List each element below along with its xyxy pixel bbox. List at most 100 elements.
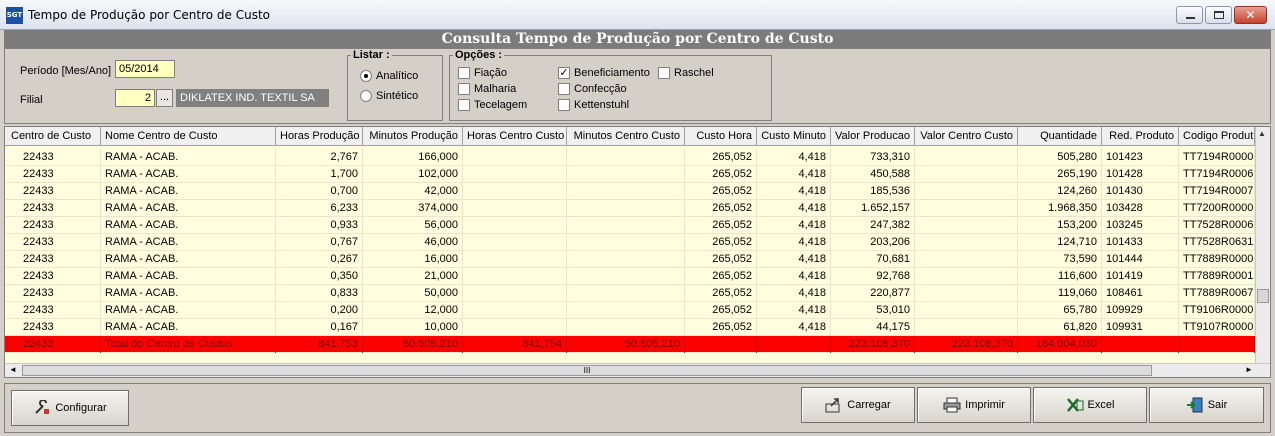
- cell-red-produto: 103428: [1102, 200, 1179, 217]
- cell-nome-centro: RAMA - ACAB.: [101, 149, 276, 166]
- cell-valor-centro: [915, 234, 1018, 251]
- column-header-minutos-producao[interactable]: Minutos Produção: [363, 127, 463, 146]
- checkbox-raschel[interactable]: Raschel: [658, 66, 738, 80]
- radio-sintetico-indicator: [360, 90, 372, 102]
- vertical-scrollbar[interactable]: ▲: [1255, 127, 1270, 363]
- filial-lookup-button[interactable]: ...: [156, 89, 173, 107]
- checkbox-fiacao[interactable]: Fiação: [458, 66, 548, 80]
- table-row[interactable]: 22433 RAMA - ACAB. 0,767 46,000 265,052 4,418…: [5, 234, 1255, 251]
- horizontal-scrollbar[interactable]: ◄ III ►: [5, 363, 1270, 377]
- cell-nome-centro: RAMA - ACAB.: [101, 268, 276, 285]
- cell-minutos-producao: 46,000: [363, 234, 463, 251]
- column-header-minutos-centro[interactable]: Minutos Centro Custo: [567, 127, 685, 146]
- cell-minutos-centro: [567, 166, 685, 183]
- cell-horas-producao: 0,167: [276, 319, 363, 336]
- sair-button[interactable]: Sair: [1149, 387, 1264, 423]
- cell-custo-minuto: 4,418: [757, 234, 831, 251]
- column-header-valor-centro[interactable]: Valor Centro Custo: [915, 127, 1018, 146]
- column-header-valor-producao[interactable]: Valor Producao: [831, 127, 915, 146]
- checkbox-confeccao[interactable]: Confecção: [558, 82, 658, 96]
- cell-valor-producao: 53,010: [831, 302, 915, 319]
- cell-custo-minuto: 4,418: [757, 319, 831, 336]
- cell-custo-hora: 265,052: [685, 234, 757, 251]
- carregar-button[interactable]: Carregar: [801, 387, 915, 423]
- scroll-up-icon[interactable]: ▲: [1258, 129, 1266, 138]
- table-row[interactable]: 22433 RAMA - ACAB. 2,767 166,000 265,052 4,41…: [5, 149, 1255, 166]
- table-row[interactable]: 22433 RAMA - ACAB. 1,700 102,000 265,052 4,41…: [5, 166, 1255, 183]
- cell-centro-custo: 22433: [5, 200, 101, 217]
- cell-custo-minuto: 4,418: [757, 268, 831, 285]
- cell-horas-centro: [463, 200, 567, 217]
- checkbox-malharia-box: [458, 83, 470, 95]
- close-button[interactable]: ✕: [1234, 6, 1267, 24]
- periodo-input[interactable]: 05/2014: [115, 60, 175, 78]
- checkbox-beneficiamento-label: Beneficiamento: [574, 67, 650, 79]
- cell-codigo-produto: TT7889R0000: [1179, 251, 1255, 268]
- table-row[interactable]: 22433 RAMA - ACAB. 0,167 10,000 265,052 4,418…: [5, 319, 1255, 336]
- cell-minutos-producao: 10,000: [363, 319, 463, 336]
- excel-button[interactable]: Excel: [1033, 387, 1147, 423]
- cell-red-produto: 109931: [1102, 319, 1179, 336]
- cell-horas-producao: 1,700: [276, 166, 363, 183]
- cell-horas-centro: [463, 183, 567, 200]
- radio-sintetico[interactable]: Sintético: [360, 89, 440, 103]
- filial-input[interactable]: 2: [115, 89, 155, 107]
- listar-title: Listar :: [351, 49, 392, 61]
- cell-valor-producao: 247,382: [831, 217, 915, 234]
- cell-horas-producao: 0,833: [276, 285, 363, 302]
- cell-horas-centro: [463, 251, 567, 268]
- cell-quantidade: 73,590: [1018, 251, 1102, 268]
- table-row[interactable]: 22433 RAMA - ACAB. 0,700 42,000 265,052 4,418…: [5, 183, 1255, 200]
- cell-valor-producao: 733,310: [831, 149, 915, 166]
- cell-centro-custo: 22433: [5, 285, 101, 302]
- column-header-nome-centro[interactable]: Nome Centro de Custo: [101, 127, 276, 146]
- checkbox-fiacao-box: [458, 67, 470, 79]
- column-header-horas-producao[interactable]: Horas Produção: [276, 127, 363, 146]
- column-header-red-produto[interactable]: Red. Produto: [1102, 127, 1179, 146]
- cell-horas-producao: 0,200: [276, 302, 363, 319]
- opcoes-title: Opções :: [453, 49, 505, 61]
- horizontal-scroll-thumb[interactable]: III: [22, 365, 1152, 376]
- cell-custo-minuto: [757, 336, 831, 353]
- maximize-button[interactable]: [1205, 6, 1232, 24]
- column-header-custo-minuto[interactable]: Custo Minuto: [757, 127, 831, 146]
- total-row[interactable]: 22433 Total do Centro de Custos 841,753 50.…: [5, 336, 1255, 353]
- table-row[interactable]: 22433 RAMA - ACAB. 0,200 12,000 265,052 4,418…: [5, 302, 1255, 319]
- cell-codigo-produto: TT7528R0631: [1179, 234, 1255, 251]
- cell-minutos-centro: [567, 302, 685, 319]
- column-header-centro-custo[interactable]: Centro de Custo: [5, 127, 101, 146]
- checkbox-malharia[interactable]: Malharia: [458, 82, 548, 96]
- minimize-button[interactable]: [1176, 6, 1203, 24]
- vertical-scroll-thumb[interactable]: [1257, 289, 1269, 303]
- column-header-horas-centro[interactable]: Horas Centro Custo: [463, 127, 567, 146]
- cell-codigo-produto: TT7889R0001: [1179, 268, 1255, 285]
- column-header-custo-hora[interactable]: Custo Hora: [685, 127, 757, 146]
- scroll-right-icon[interactable]: ►: [1245, 365, 1253, 374]
- checkbox-malharia-label: Malharia: [474, 83, 517, 95]
- cell-nome-centro: Total do Centro de Custos: [101, 336, 276, 353]
- cell-minutos-centro: 50.505,210: [567, 336, 685, 353]
- table-row[interactable]: 22433 RAMA - ACAB. 0,933 56,000 265,052 4,418…: [5, 217, 1255, 234]
- checkbox-tecelagem[interactable]: Tecelagem: [458, 98, 548, 112]
- checkbox-beneficiamento[interactable]: ✓ Beneficiamento: [558, 66, 658, 80]
- table-row[interactable]: 22433 RAMA - ACAB. 6,233 374,000 265,052 4,41…: [5, 200, 1255, 217]
- radio-analitico-indicator: [360, 70, 372, 82]
- window-title: Tempo de Produção por Centro de Custo: [28, 8, 271, 22]
- cell-valor-centro: 223.108,370: [915, 336, 1018, 353]
- configurar-button[interactable]: Configurar: [11, 390, 129, 426]
- scroll-left-icon[interactable]: ◄: [9, 365, 17, 374]
- column-header-codigo-produto[interactable]: Codigo Produt: [1179, 127, 1255, 146]
- results-grid[interactable]: Centro de Custo Nome Centro de Custo Horas…: [4, 126, 1271, 378]
- cell-horas-centro: 841,754: [463, 336, 567, 353]
- table-row[interactable]: 22433 RAMA - ACAB. 0,833 50,000 265,052 4,418…: [5, 285, 1255, 302]
- table-row[interactable]: 22433 RAMA - ACAB. 0,350 21,000 265,052 4,418…: [5, 268, 1255, 285]
- cell-horas-producao: 2,767: [276, 149, 363, 166]
- checkbox-kettenstuhl[interactable]: Kettenstuhl: [558, 98, 658, 112]
- cell-valor-centro: [915, 302, 1018, 319]
- radio-analitico[interactable]: Analítico: [360, 69, 440, 83]
- column-header-quantidade[interactable]: Quantidade: [1018, 127, 1102, 146]
- cell-horas-centro: [463, 234, 567, 251]
- table-row[interactable]: 22433 RAMA - ACAB. 0,267 16,000 265,052 4,418…: [5, 251, 1255, 268]
- cell-custo-hora: 265,052: [685, 200, 757, 217]
- imprimir-button[interactable]: Imprimir: [917, 387, 1031, 423]
